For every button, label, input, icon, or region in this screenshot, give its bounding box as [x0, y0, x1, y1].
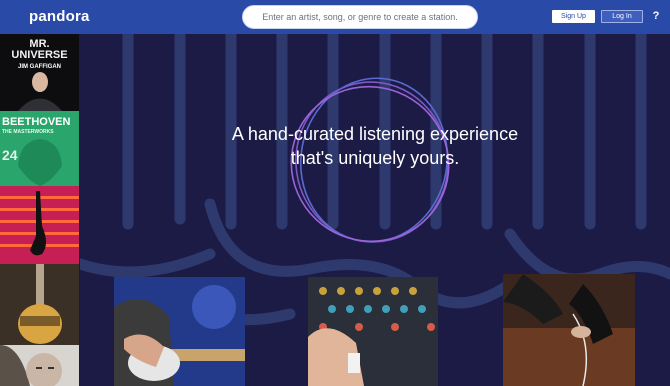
album-title: BEETHOVEN — [2, 116, 71, 128]
album-artist: JIM GAFFIGAN — [18, 64, 61, 70]
album-guitar[interactable] — [0, 264, 79, 345]
album-subtitle: THE MASTERWORKS — [2, 129, 54, 135]
hero-tagline: A hand-curated listening experience that… — [80, 122, 670, 170]
sign-up-button[interactable]: Sign Up — [552, 10, 595, 23]
tagline-line-1: A hand-curated listening experience — [231, 124, 519, 144]
album-number: 24 — [2, 147, 18, 163]
photo-headphones[interactable] — [503, 274, 635, 386]
search-input[interactable]: Enter an artist, song, or genre to creat… — [242, 5, 478, 29]
photo-mixing-board[interactable] — [308, 277, 438, 386]
saxophone-icon — [0, 191, 79, 256]
top-bar: pandora Enter an artist, song, or genre … — [0, 0, 670, 34]
photo-guitarist[interactable] — [114, 277, 245, 386]
pandora-home: pandora Enter an artist, song, or genre … — [0, 0, 670, 386]
mixer-icon — [308, 277, 438, 386]
face-icon — [0, 345, 62, 386]
guitar-player-icon — [114, 277, 245, 386]
headphones-icon — [503, 274, 635, 386]
album-mr-universe[interactable]: MR. UNIVERSE JIM GAFFIGAN — [0, 34, 79, 111]
album-portrait[interactable] — [0, 345, 79, 386]
album-strip: MR. UNIVERSE JIM GAFFIGAN BEETHOVEN THE … — [0, 34, 80, 386]
album-title: MR. UNIVERSE — [11, 38, 68, 61]
log-in-button[interactable]: Log In — [601, 10, 643, 23]
pandora-logo[interactable]: pandora — [29, 8, 90, 25]
album-beethoven[interactable]: BEETHOVEN THE MASTERWORKS 24 — [0, 111, 79, 186]
tagline-line-2: that's uniquely yours. — [290, 148, 460, 168]
album-saxophone[interactable] — [0, 186, 79, 264]
guitar-icon — [18, 264, 62, 344]
help-icon[interactable]: ? — [649, 9, 663, 23]
